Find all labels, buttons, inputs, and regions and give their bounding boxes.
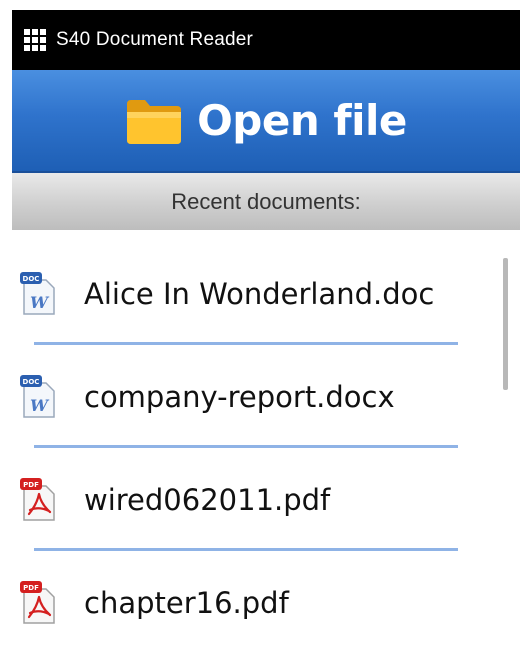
svg-text:W: W: [30, 293, 50, 312]
open-file-header[interactable]: Open file: [12, 70, 520, 173]
recent-documents-list: DOC W Alice In Wonderland.doc DOC W comp…: [12, 230, 520, 650]
svg-text:DOC: DOC: [23, 378, 40, 386]
list-item[interactable]: DOC W Alice In Wonderland.doc: [12, 242, 520, 345]
section-title: Recent documents:: [12, 173, 520, 230]
list-item[interactable]: PDF wired062011.pdf: [12, 448, 520, 551]
list-item[interactable]: DOC W company-report.docx: [12, 345, 520, 448]
app-name: S40 Document Reader: [56, 29, 254, 50]
svg-text:W: W: [30, 396, 50, 415]
folder-icon: [127, 99, 182, 144]
pdf-icon: PDF: [20, 580, 55, 624]
word-doc-icon: DOC W: [20, 374, 55, 418]
status-bar: S40 Document Reader: [12, 10, 520, 70]
file-name: company-report.docx: [84, 379, 395, 414]
page-title: Open file: [197, 96, 407, 145]
file-name: chapter16.pdf: [84, 585, 289, 620]
app-window: S40 Document Reader Open file Recent doc…: [12, 10, 520, 650]
svg-text:PDF: PDF: [23, 584, 39, 592]
grid-menu-icon[interactable]: [24, 29, 46, 51]
file-name: Alice In Wonderland.doc: [84, 276, 435, 311]
pdf-icon: PDF: [20, 477, 55, 521]
svg-text:DOC: DOC: [23, 275, 40, 283]
list-item[interactable]: PDF chapter16.pdf: [12, 551, 520, 650]
word-doc-icon: DOC W: [20, 271, 55, 315]
svg-text:PDF: PDF: [23, 481, 39, 489]
file-name: wired062011.pdf: [84, 482, 331, 517]
